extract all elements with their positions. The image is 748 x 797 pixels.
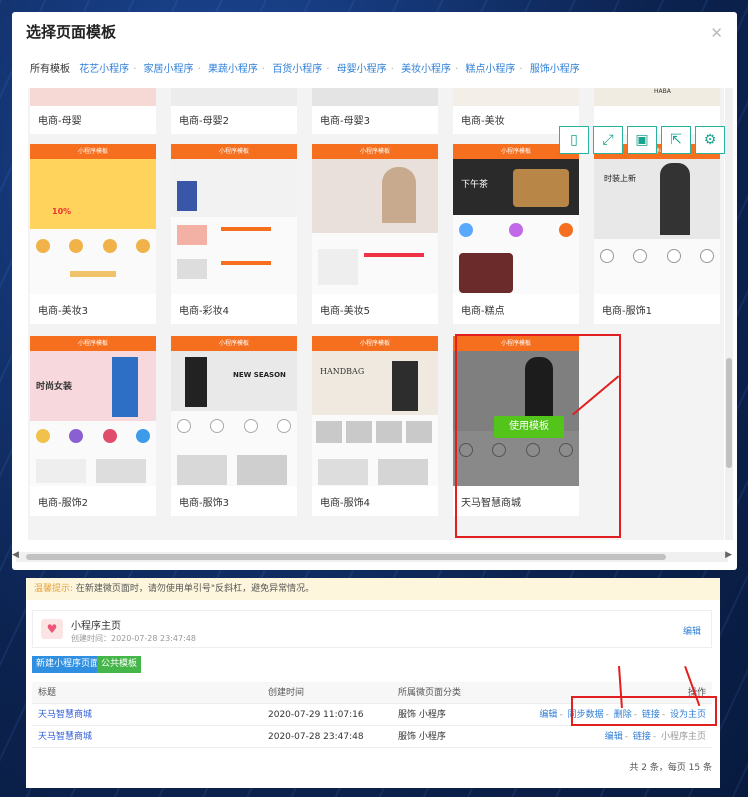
gear-icon[interactable]: ⚙ [695,126,725,154]
link-link[interactable]: 链接 [633,732,651,742]
scroll-right-icon[interactable]: ▶ [725,550,732,560]
page-title-link[interactable]: 天马智慧商城 [38,726,92,748]
template-name: 电商-彩妆4 [179,306,229,317]
template-picker-modal: 选择页面模板 ✕ 所有模板 花艺小程序 · 家居小程序 · 果蔬小程序 · 百货小程序… [12,12,737,570]
mini-program-page-list: 温馨提示: 在新建微页面时，请勿使用单引号"反斜杠，避免异常情况。 ♥ 小程序主… [26,578,720,788]
home-page-label: 小程序主页 [660,732,706,742]
expand-icon[interactable]: ⤢ [593,126,623,154]
category-item[interactable]: 母婴小程序 [337,64,387,75]
category-item[interactable]: 服饰小程序 [530,64,580,75]
table-row: 天马智慧商城 2020-07-28 23:47:48 服饰 小程序 编辑 - 链接… [32,726,712,748]
template-card[interactable]: 电商-母婴2 [171,88,297,134]
category-item[interactable]: 家居小程序 [144,64,194,75]
category-filter-bar: 所有模板 花艺小程序 · 家居小程序 · 果蔬小程序 · 百货小程序 · 母婴小程序 · … [30,64,580,75]
editor-toolbar: ▯ ⤢ ▣ ⇱ ⚙ [559,126,725,154]
horizontal-scrollbar[interactable]: ◀ ▶ [12,550,732,562]
template-card[interactable]: 电商-母婴 [30,88,156,134]
category-item[interactable]: 百货小程序 [272,64,322,75]
home-page-created: 创建时间：2020-07-28 23:47:48 [71,634,196,643]
template-card[interactable]: 小程序模板 NEW SEASON 电商-服饰3 [171,336,297,516]
category-all[interactable]: 所有模板 [30,64,70,75]
template-card[interactable]: 小程序模板 下午茶 电商-糕点 [453,144,579,324]
template-card[interactable]: 小程序模板 时装上新 电商-服饰1 [594,144,720,324]
template-card[interactable]: 小程序模板 电商-美妆5 [312,144,438,324]
highlight-frame [571,696,717,726]
public-template-button[interactable]: 公共模板 [97,656,142,673]
template-name: 电商-美妆5 [320,306,370,317]
edit-link[interactable]: 编辑 [605,732,623,742]
template-card[interactable]: 电商-母婴3 [312,88,438,134]
tablet-icon[interactable]: ▯ [559,126,589,154]
template-card[interactable]: 小程序模板 HANDBAG 电商-服饰4 [312,336,438,516]
template-name: 电商-服饰4 [320,498,370,509]
share-icon[interactable]: ⇱ [661,126,691,154]
vertical-scrollbar[interactable] [725,88,733,540]
category-item[interactable]: 糕点小程序 [465,64,515,75]
save-icon[interactable]: ▣ [627,126,657,154]
template-card[interactable]: 小程序模板 10% 电商-美妆3 [30,144,156,324]
highlight-frame [455,334,621,538]
edit-link[interactable]: 编辑 [539,710,557,720]
category-item[interactable]: 美妆小程序 [401,64,451,75]
template-card[interactable]: 小程序模板 电商-彩妆4 [171,144,297,324]
piggy-bank-icon: ♥ [41,619,63,639]
new-page-button[interactable]: 新建小程序页面 [32,656,104,673]
tip-banner: 温馨提示: 在新建微页面时，请勿使用单引号"反斜杠，避免异常情况。 [26,578,720,600]
page-title-link[interactable]: 天马智慧商城 [38,704,92,726]
template-name: 电商-服饰2 [38,498,88,509]
category-item[interactable]: 花艺小程序 [79,64,129,75]
modal-title: 选择页面模板 [26,23,117,41]
home-page-title: 小程序主页 [71,621,121,632]
template-name: 电商-糕点 [461,306,505,317]
category-item[interactable]: 果蔬小程序 [208,64,258,75]
home-edit-link[interactable]: 编辑 [683,624,701,637]
pagination-info: 共 2 条，每页 15 条 [629,763,712,773]
template-name: 电商-服饰1 [602,306,652,317]
scroll-left-icon[interactable]: ◀ [12,550,19,560]
template-card[interactable]: 小程序模板 时尚女装 电商-服饰2 [30,336,156,516]
template-name: 电商-服饰3 [179,498,229,509]
row-actions: 编辑 - 链接 - 小程序主页 [604,732,706,742]
close-icon[interactable]: ✕ [710,24,723,42]
home-page-card: ♥ 小程序主页 创建时间：2020-07-28 23:47:48 编辑 [32,610,712,648]
template-name: 电商-美妆3 [38,306,88,317]
